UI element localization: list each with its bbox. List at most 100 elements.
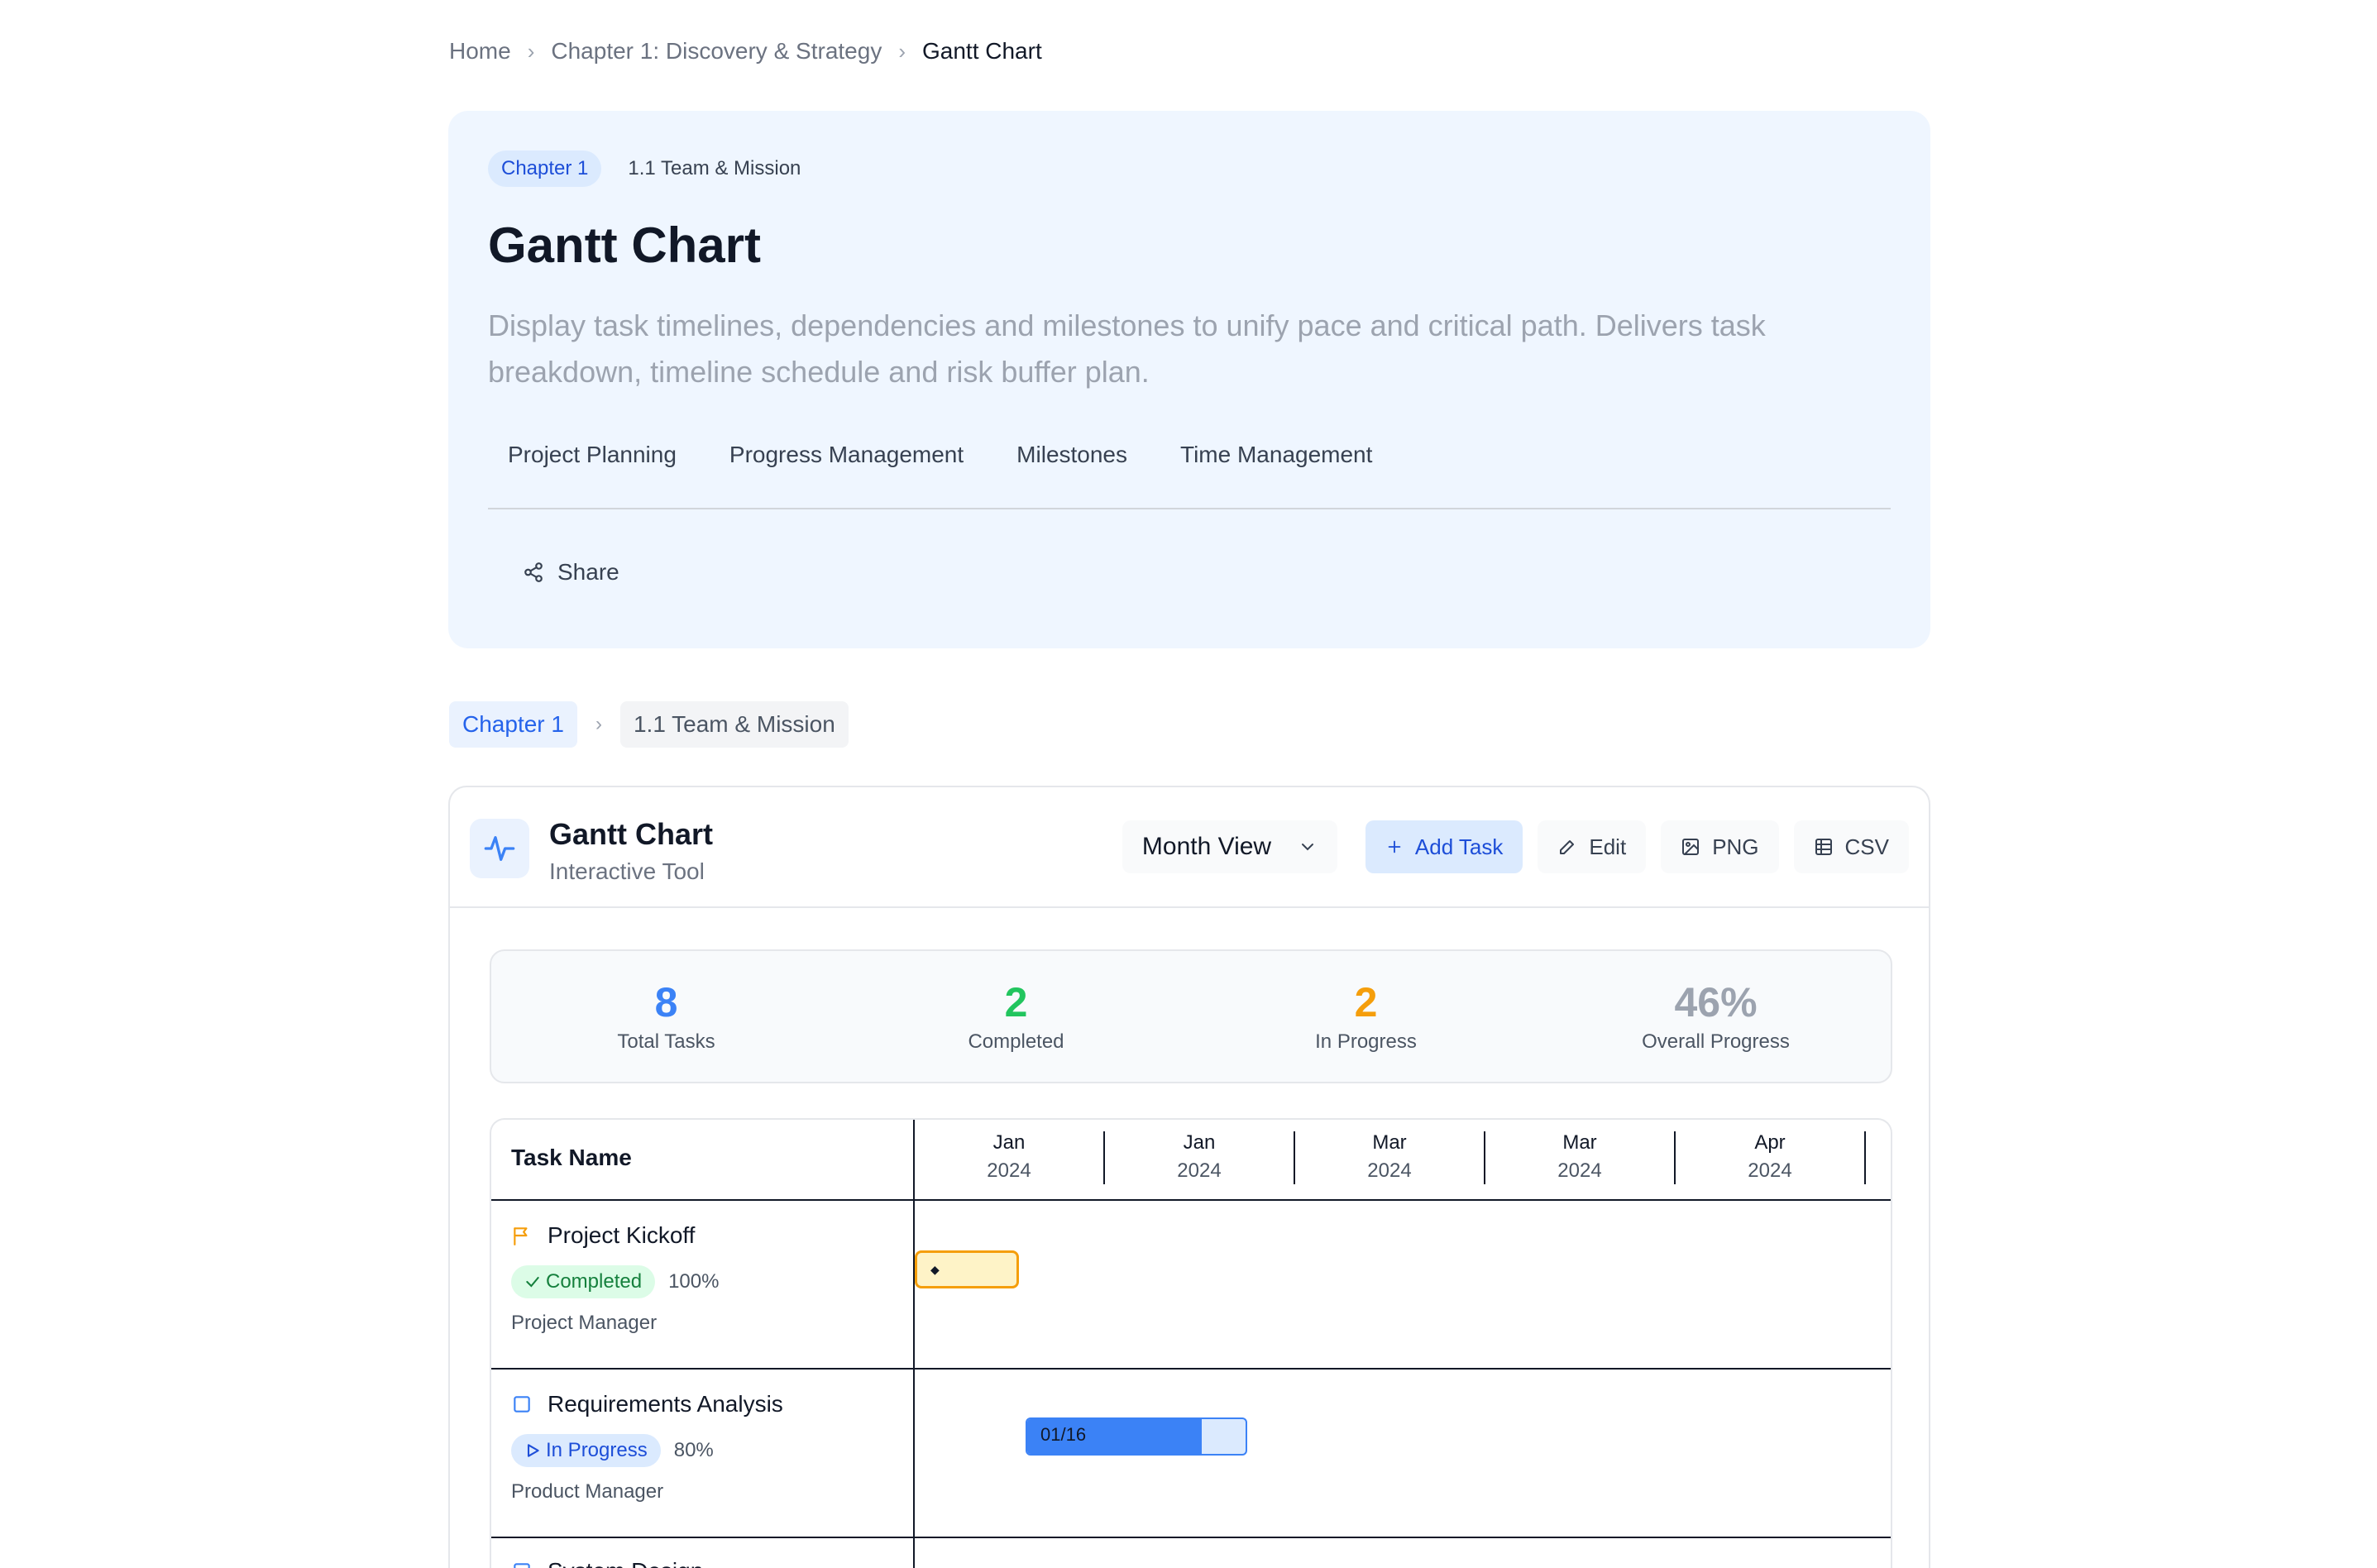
breadcrumb-chapter[interactable]: Chapter 1: Discovery & Strategy [551,38,882,65]
square-icon [514,1396,530,1413]
stat-in-progress-value: 2 [1354,979,1378,1025]
hero-badges: Chapter 1 1.1 Team & Mission [488,151,801,187]
stat-overall-label: Overall Progress [1642,1030,1790,1053]
month-header: Apr 2024 [1676,1131,1864,1183]
tag-milestones[interactable]: Milestones [997,433,1147,476]
month-label: Apr [1754,1131,1786,1154]
tag-time-management[interactable]: Time Management [1160,433,1392,476]
chevron-right-icon: › [595,713,602,735]
task-owner: Product Manager [511,1480,664,1503]
page-description: Display task timelines, dependencies and… [488,308,1766,389]
divider [488,508,1891,509]
add-task-label: Add Task [1414,834,1504,859]
breadcrumb-home[interactable]: Home [449,38,511,65]
tool-toolbar: Month View Add Task Edit PNG CSV [1122,820,1909,873]
task-row[interactable]: System Design [511,1558,703,1568]
task-bar[interactable]: 01/16 [1026,1417,1247,1456]
image-icon [1682,839,1700,855]
tool-title: Gantt Chart [549,817,713,851]
tag-project-planning[interactable]: Project Planning [488,433,696,476]
chevron-right-icon: › [527,38,535,64]
edit-label: Edit [1589,834,1627,859]
status-badge: Completed [511,1265,656,1298]
row-divider [491,1368,1891,1370]
png-label: PNG [1712,834,1759,859]
month-header: Jan 2024 [1105,1131,1294,1183]
year-label: 2024 [1557,1159,1602,1182]
row-divider [491,1537,1891,1538]
task-bar-date: 01/16 [1040,1424,1087,1445]
year-label: 2024 [987,1159,1031,1182]
year-label: 2024 [1177,1159,1222,1182]
stat-total-tasks: 8 Total Tasks [491,951,841,1082]
flag-icon [514,1227,528,1245]
export-png-button[interactable]: PNG [1661,820,1779,873]
status-text: In Progress [546,1439,648,1461]
status-text: Completed [546,1270,643,1293]
breadcrumb-current: Gantt Chart [922,38,1042,64]
status-badge: In Progress [511,1434,661,1467]
task-name: Project Kickoff [548,1222,696,1248]
task-name: Requirements Analysis [548,1391,783,1417]
chevron-down-icon [1301,844,1313,851]
check-icon [526,1276,539,1288]
task-owner: Project Manager [511,1312,658,1334]
chevron-right-icon: › [898,38,906,64]
edit-button[interactable]: Edit [1538,820,1647,873]
month-header: Mar 2024 [1485,1131,1674,1183]
tag-progress-management[interactable]: Progress Management [710,433,983,476]
month-label: Mar [1562,1131,1597,1154]
section-breadcrumb-chapter[interactable]: Chapter 1 [449,701,577,748]
gantt-grid: Task Name Jan 2024 Jan 2024 Mar 2024 Mar 202… [490,1118,1892,1568]
task-progress: 100% [668,1270,720,1293]
view-select[interactable]: Month View [1122,820,1337,873]
table-icon [1815,839,1832,855]
month-header: Jan 2024 [915,1131,1103,1183]
chapter-badge: Chapter 1 [488,151,602,187]
stat-completed-value: 2 [1004,979,1028,1025]
section-label: 1.1 Team & Mission [628,157,801,179]
activity-icon [470,819,529,878]
column-divider [913,1120,915,1568]
plus-icon [1388,840,1401,853]
breadcrumb: Home › Chapter 1: Discovery & Strategy ›… [449,38,1042,65]
task-name: System Design [548,1558,703,1568]
stat-total-label: Total Tasks [617,1030,715,1053]
stat-overall-value: 46% [1674,979,1758,1025]
year-label: 2024 [1748,1159,1792,1182]
stat-in-progress: 2 In Progress [1191,951,1541,1082]
header-divider [491,1199,1891,1201]
tool-subtitle: Interactive Tool [549,858,705,884]
milestone-marker: ◆ [930,1262,940,1276]
tag-list: Project Planning Progress Management Mil… [488,433,1405,476]
task-progress: 80% [673,1439,714,1461]
stat-overall-progress: 46% Overall Progress [1541,951,1891,1082]
month-label: Mar [1372,1131,1407,1154]
task-name-header: Task Name [511,1145,632,1170]
gantt-tool-card: Gantt Chart Interactive Tool Month View … [448,786,1930,1568]
share-button[interactable]: Share [509,547,633,597]
year-label: 2024 [1367,1159,1412,1182]
share-icon [524,562,543,582]
month-label: Jan [992,1131,1026,1154]
export-csv-button[interactable]: CSV [1793,820,1909,873]
milestone-bar[interactable]: ◆ [915,1250,1019,1288]
month-header: Mar 2024 [1295,1131,1484,1183]
section-breadcrumb-section[interactable]: 1.1 Team & Mission [619,701,849,748]
stat-completed-label: Completed [968,1030,1064,1053]
month-divider [1864,1131,1866,1184]
page-title: Gantt Chart [488,218,761,273]
add-task-button[interactable]: Add Task [1365,820,1523,873]
stat-in-progress-label: In Progress [1315,1030,1417,1053]
task-row[interactable]: Project Kickoff Completed 100% Project M… [511,1222,719,1335]
csv-label: CSV [1844,834,1889,859]
pencil-icon [1560,840,1575,854]
section-breadcrumb: Chapter 1 › 1.1 Team & Mission [449,701,849,748]
stat-completed: 2 Completed [841,951,1191,1082]
stats-panel: 8 Total Tasks 2 Completed 2 In Progress … [490,949,1892,1083]
hero-panel: Chapter 1 1.1 Team & Mission Gantt Chart… [448,111,1930,648]
month-label: Jan [1183,1131,1216,1154]
tool-header: Gantt Chart Interactive Tool Month View … [450,787,1929,908]
square-icon [514,1563,530,1568]
task-row[interactable]: Requirements Analysis In Progress 80% Pr… [511,1391,783,1503]
